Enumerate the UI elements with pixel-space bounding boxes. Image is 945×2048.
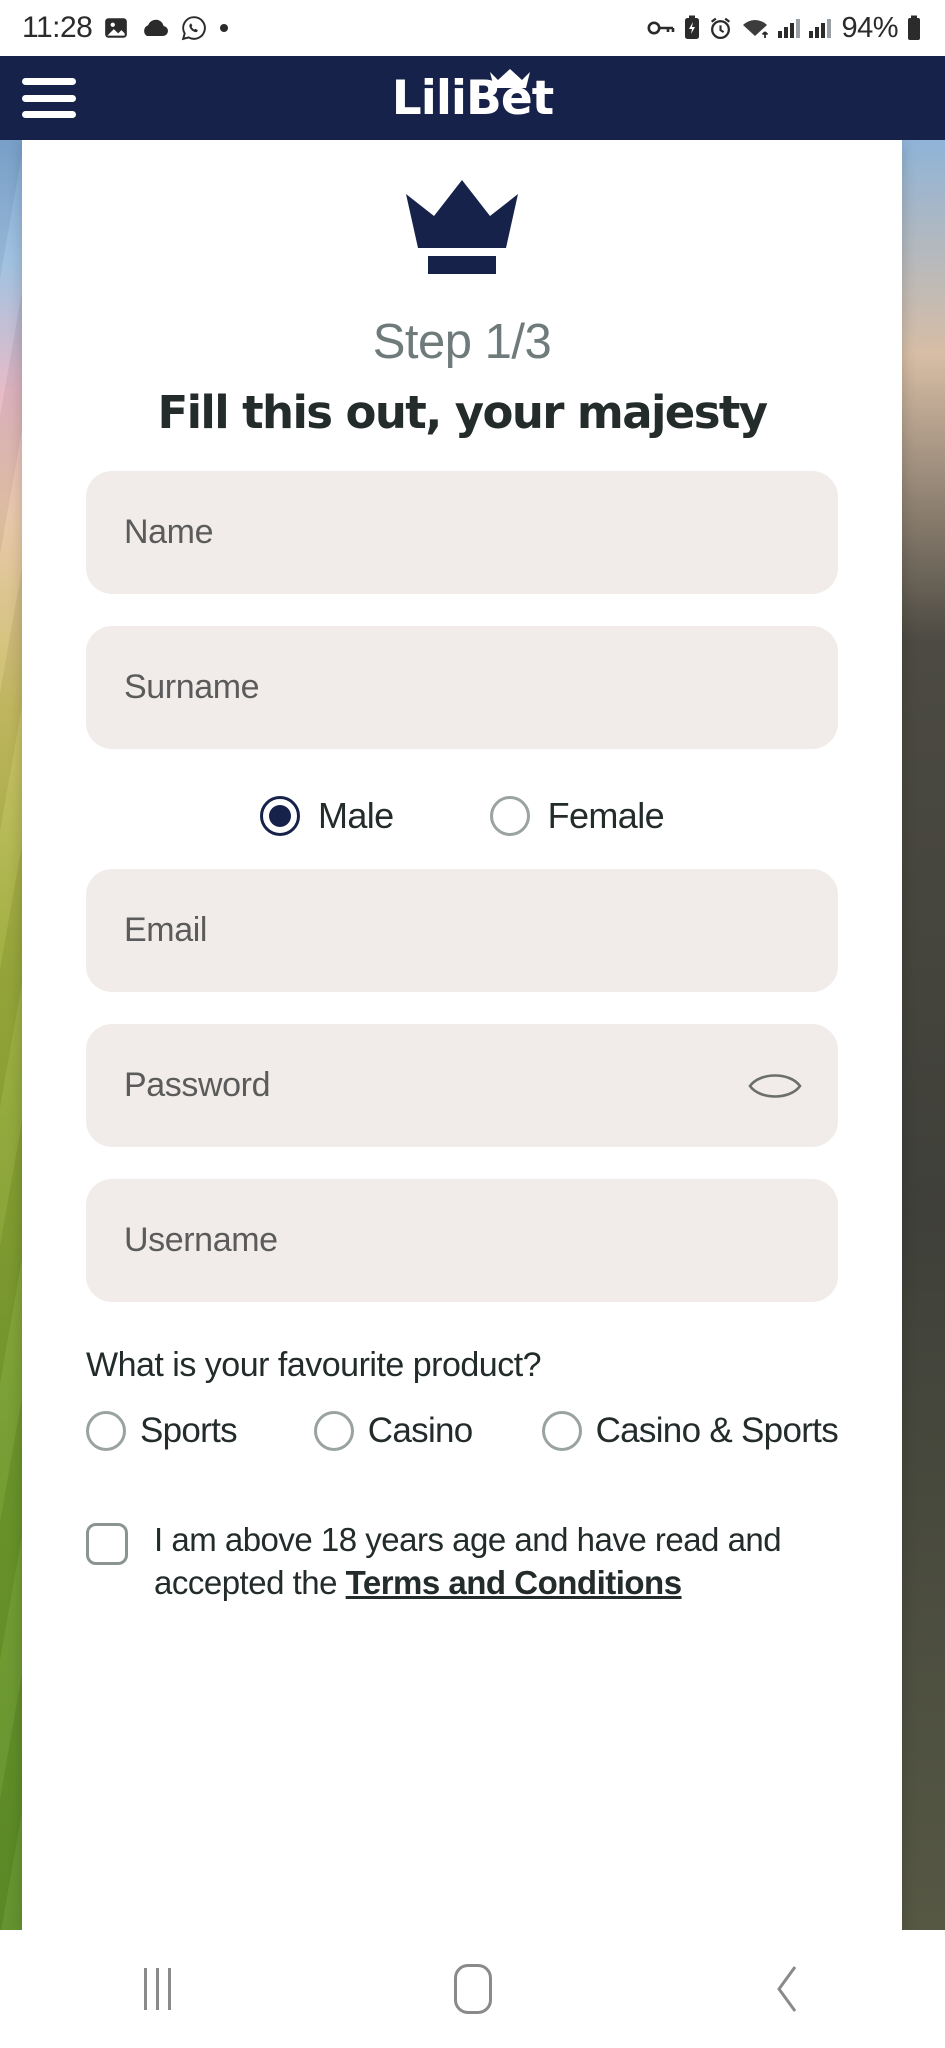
terms-and-conditions-link[interactable]: Terms and Conditions <box>346 1564 682 1601</box>
brand-crown-icon <box>488 49 532 104</box>
radio-sports-icon[interactable] <box>86 1411 126 1451</box>
android-nav-bar <box>0 1930 945 2048</box>
terms-text: I am above 18 years age and have read an… <box>154 1519 838 1605</box>
signal-icon-1 <box>777 16 801 40</box>
product-option-casino[interactable]: Casino <box>313 1411 542 1451</box>
product-option-casino-and-sports[interactable]: Casino & Sports <box>541 1411 839 1451</box>
page-title: Fill this out, your majesty <box>157 386 768 439</box>
gender-option-female-label: Female <box>547 795 665 836</box>
email-input[interactable]: Email <box>86 869 838 992</box>
modal-crown-icon <box>86 178 838 274</box>
vpn-key-icon <box>646 18 676 38</box>
brand-logo[interactable]: LiliBet <box>0 68 945 126</box>
favourite-product-radio-group: Sports Casino Casino & Sports <box>86 1411 839 1451</box>
photo-icon <box>103 15 129 41</box>
app-header: LiliBet <box>0 56 945 140</box>
email-input-placeholder: Email <box>124 911 208 949</box>
name-input[interactable]: Name <box>86 471 838 594</box>
status-bar-clock: 11:28 <box>22 11 93 44</box>
recents-icon[interactable] <box>98 1954 218 2024</box>
gender-option-female[interactable]: Female <box>489 795 665 837</box>
battery-percent-label: 94% <box>841 11 898 44</box>
phone-screen: 11:28 94% LiliBet Step 1/3 Fill this out… <box>0 0 945 2048</box>
back-chevron-icon[interactable] <box>728 1954 848 2024</box>
radio-male-icon[interactable] <box>259 796 300 836</box>
battery-icon <box>905 14 923 42</box>
status-bar-left: 11:28 <box>22 11 230 45</box>
gender-option-male[interactable]: Male <box>259 795 394 837</box>
gender-option-male-label: Male <box>317 795 394 836</box>
password-input-placeholder: Password <box>124 1066 271 1104</box>
name-input-placeholder: Name <box>124 513 214 551</box>
radio-female-icon[interactable] <box>489 796 530 836</box>
whatsapp-icon <box>181 15 207 41</box>
wifi-icon <box>740 16 770 40</box>
signal-icon-2 <box>808 16 832 40</box>
home-icon[interactable] <box>413 1954 533 2024</box>
product-option-sports-label: Sports <box>140 1411 238 1450</box>
radio-casino-icon[interactable] <box>313 1411 354 1451</box>
product-option-casino-label: Casino <box>367 1411 473 1450</box>
username-input-placeholder: Username <box>124 1221 278 1259</box>
username-input[interactable]: Username <box>86 1179 838 1302</box>
gender-radio-group: Male Female <box>86 795 838 837</box>
surname-input-placeholder: Surname <box>124 668 260 706</box>
status-bar: 11:28 94% <box>0 0 945 56</box>
alarm-icon <box>708 16 733 41</box>
radio-casino-and-sports-icon[interactable] <box>541 1411 582 1451</box>
product-option-casino-and-sports-label: Casino & Sports <box>595 1411 839 1450</box>
registration-modal: Step 1/3 Fill this out, your majesty Nam… <box>22 140 902 1930</box>
status-bar-right: 94% <box>646 12 923 45</box>
product-option-sports[interactable]: Sports <box>86 1411 314 1451</box>
dot-icon <box>218 22 230 34</box>
cloud-icon <box>140 17 170 39</box>
favourite-product-question: What is your favourite product? <box>86 1346 542 1384</box>
password-input[interactable]: Password <box>86 1024 838 1147</box>
terms-row: I am above 18 years age and have read an… <box>86 1519 838 1605</box>
surname-input[interactable]: Surname <box>86 626 838 749</box>
battery-saver-icon <box>683 15 701 41</box>
step-indicator: Step 1/3 <box>372 315 552 369</box>
eye-icon[interactable] <box>746 1064 804 1108</box>
terms-checkbox[interactable] <box>86 1523 128 1565</box>
